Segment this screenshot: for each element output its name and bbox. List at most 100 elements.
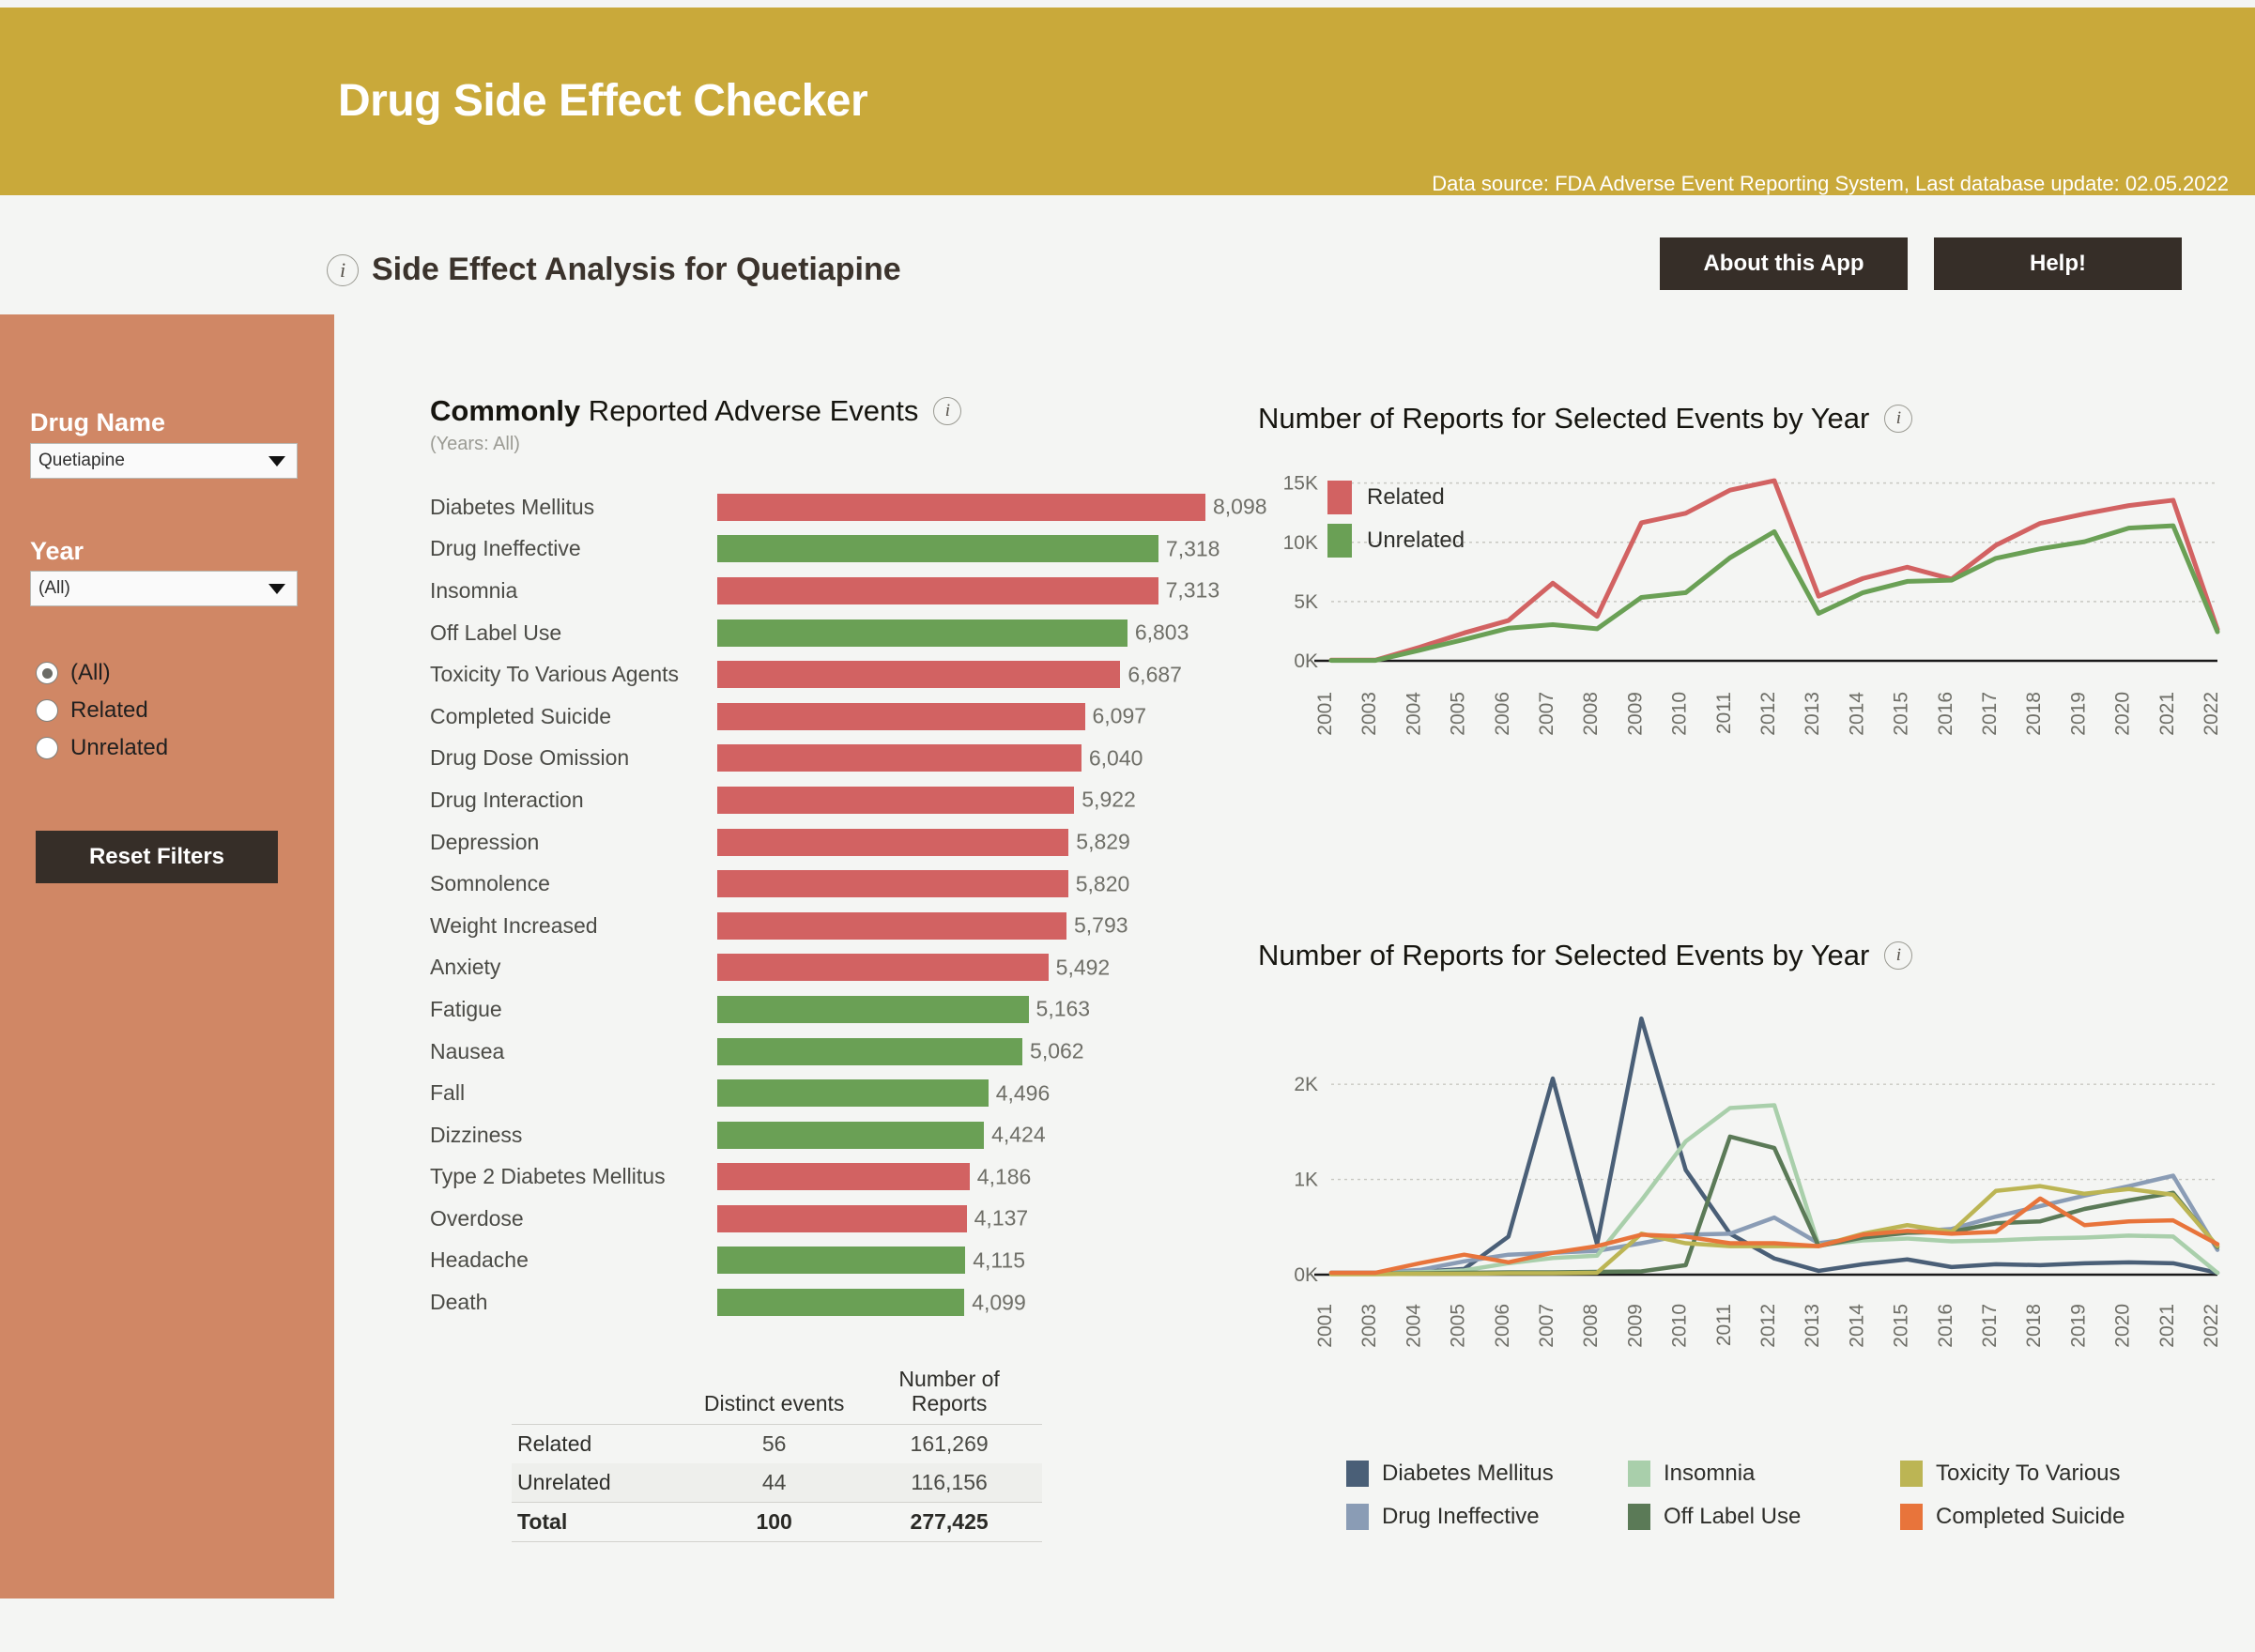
bar-row[interactable]: Somnolence 5,820 <box>430 863 1209 905</box>
bar-row[interactable]: Headache 4,115 <box>430 1240 1209 1282</box>
bar-row[interactable]: Toxicity To Various Agents 6,687 <box>430 653 1209 696</box>
radio-option-unrelated[interactable]: Unrelated <box>36 735 168 761</box>
legend-item[interactable]: Diabetes Mellitus <box>1346 1455 1628 1492</box>
bar-value-label: 4,099 <box>972 1290 1026 1315</box>
x-axis-tick-label: 2007 <box>1536 692 1557 736</box>
legend-item[interactable]: Unrelated <box>1327 524 1465 558</box>
app-header: Drug Side Effect Checker Data source: FD… <box>0 8 2255 195</box>
x-axis-tick-label: 2011 <box>1713 692 1735 734</box>
help-button[interactable]: Help! <box>1934 237 2182 290</box>
info-icon[interactable]: i <box>327 253 359 286</box>
x-axis-tick-label: 2005 <box>1448 692 1469 736</box>
x-axis-tick-label: 2018 <box>2023 692 2045 736</box>
chevron-down-icon <box>268 583 285 594</box>
bar-row[interactable]: Completed Suicide 6,097 <box>430 696 1209 738</box>
bar-row[interactable]: Drug Dose Omission 6,040 <box>430 738 1209 780</box>
bar-track: 6,097 <box>717 702 1205 730</box>
x-axis-tick-label: 2014 <box>1846 692 1867 736</box>
chart1-legend: Related Unrelated <box>1327 481 1465 567</box>
bar-category-label: Off Label Use <box>430 620 562 645</box>
radio-option-related[interactable]: Related <box>36 697 148 724</box>
bar-category-label: Anxiety <box>430 955 501 980</box>
bar-row[interactable]: Nausea 5,062 <box>430 1031 1209 1073</box>
bar-value-label: 6,803 <box>1134 620 1189 645</box>
bar-row[interactable]: Insomnia 7,313 <box>430 570 1220 612</box>
bar-row[interactable]: Dizziness 4,424 <box>430 1114 1209 1156</box>
legend-swatch <box>1346 1461 1369 1487</box>
bar-category-label: Headache <box>430 1247 529 1273</box>
x-axis-tick-label: 2003 <box>1358 692 1380 736</box>
bar-row[interactable]: Depression 5,829 <box>430 821 1209 864</box>
row-number-of-reports: 161,269 <box>910 1430 989 1456</box>
x-axis-tick-label: 2007 <box>1536 1304 1557 1348</box>
bar-category-label: Overdose <box>430 1205 524 1231</box>
x-axis-tick-label: 2008 <box>1580 1304 1602 1348</box>
bar-fill <box>717 1247 966 1275</box>
bar-row[interactable]: Drug Ineffective 7,318 <box>430 528 1220 571</box>
reset-filters-button[interactable]: Reset Filters <box>36 831 278 883</box>
bar-row[interactable]: Overdose 4,137 <box>430 1198 1209 1240</box>
x-axis-tick-label: 2011 <box>1713 1304 1735 1346</box>
chevron-down-icon <box>268 455 285 467</box>
chart2-title: Number of Reports for Selected Events by… <box>1258 939 1870 971</box>
bar-category-label: Fall <box>430 1080 466 1106</box>
year-value: (All) <box>38 578 70 598</box>
drug-name-select[interactable]: Quetiapine <box>30 443 298 479</box>
bar-row[interactable]: Diabetes Mellitus 8,098 <box>430 486 1267 528</box>
bar-track: 8,098 <box>717 493 1267 521</box>
bar-row[interactable]: Type 2 Diabetes Mellitus 4,186 <box>430 1156 1209 1199</box>
legend-item[interactable]: Completed Suicide <box>1900 1498 2182 1536</box>
x-axis-tick-label: 2006 <box>1492 692 1513 736</box>
x-axis-tick-label: 2016 <box>1935 692 1956 736</box>
x-axis-tick-label: 2017 <box>1979 1304 2001 1348</box>
legend-item[interactable]: Toxicity To Various <box>1900 1455 2182 1492</box>
x-axis-tick-label: 2022 <box>2201 1304 2222 1348</box>
bar-value-label: 6,040 <box>1088 745 1143 771</box>
legend-label: Insomnia <box>1664 1461 1756 1486</box>
x-axis-tick-label: 2001 <box>1314 692 1336 736</box>
x-axis-tick-label: 2006 <box>1492 1304 1513 1348</box>
bar-fill <box>717 744 1081 772</box>
line-series[interactable] <box>1328 1016 2220 1276</box>
about-this-app-button[interactable]: About this App <box>1660 237 1908 290</box>
bar-value-label: 6,687 <box>1128 662 1182 687</box>
adverse-events-panel: Commonly Reported Adverse Events i (Year… <box>430 394 1200 455</box>
bar-track: 6,803 <box>717 619 1205 647</box>
bar-category-label: Insomnia <box>430 577 518 603</box>
bar-row[interactable]: Off Label Use 6,803 <box>430 612 1209 654</box>
bar-fill <box>717 870 1068 898</box>
radio-label: Related <box>70 697 148 723</box>
bar-row[interactable]: Drug Interaction 5,922 <box>430 779 1209 821</box>
y-axis-tick-label: 2K <box>1294 1074 1318 1095</box>
page-title-group: i Side Effect Analysis for Quetiapine <box>327 252 901 288</box>
year-select[interactable]: (All) <box>30 571 298 606</box>
info-icon[interactable]: i <box>1884 941 1913 970</box>
bar-fill <box>717 619 1128 647</box>
chart1-xaxis: 2001 2003 2004 2005 2006 2007 2008 2009 2010 2011… <box>1314 692 2222 736</box>
info-icon[interactable]: i <box>1884 405 1913 433</box>
bar-row[interactable]: Death 4,099 <box>430 1281 1209 1323</box>
info-icon[interactable]: i <box>933 397 962 425</box>
bar-track: 5,793 <box>717 911 1205 940</box>
bar-fill <box>717 576 1158 604</box>
bar-row[interactable]: Fatigue 5,163 <box>430 988 1209 1031</box>
row-label: Unrelated <box>512 1462 693 1502</box>
legend-item[interactable]: Related <box>1327 481 1465 514</box>
drug-name-value: Quetiapine <box>38 451 125 470</box>
radio-option-all[interactable]: (All) <box>36 660 111 686</box>
legend-item[interactable]: Drug Ineffective <box>1346 1498 1628 1536</box>
bar-row[interactable]: Weight Increased 5,793 <box>430 905 1209 947</box>
x-axis-tick-label: 2009 <box>1624 1304 1646 1348</box>
row-distinct-events: 56 <box>761 1430 787 1456</box>
chart2-canvas: 0K 1K 2K <box>1258 972 2234 1296</box>
bar-row[interactable]: Fall 4,496 <box>430 1072 1209 1114</box>
adverse-events-bar-chart: Diabetes Mellitus 8,098 Drug Ineffective 7,… <box>430 486 1267 1323</box>
legend-item[interactable]: Off Label Use <box>1628 1498 1900 1536</box>
bar-row[interactable]: Anxiety 5,492 <box>430 947 1209 989</box>
summary-table-wrap: Distinct events Number of Reports Related… <box>512 1366 1042 1542</box>
x-axis-tick-label: 2013 <box>1802 1304 1823 1348</box>
x-axis-tick-label: 2019 <box>2067 1304 2089 1348</box>
chart2-legend: Diabetes Mellitus Insomnia Toxicity To Var… <box>1346 1455 2182 1536</box>
bar-category-label: Drug Interaction <box>430 787 584 812</box>
legend-item[interactable]: Insomnia <box>1628 1455 1900 1492</box>
